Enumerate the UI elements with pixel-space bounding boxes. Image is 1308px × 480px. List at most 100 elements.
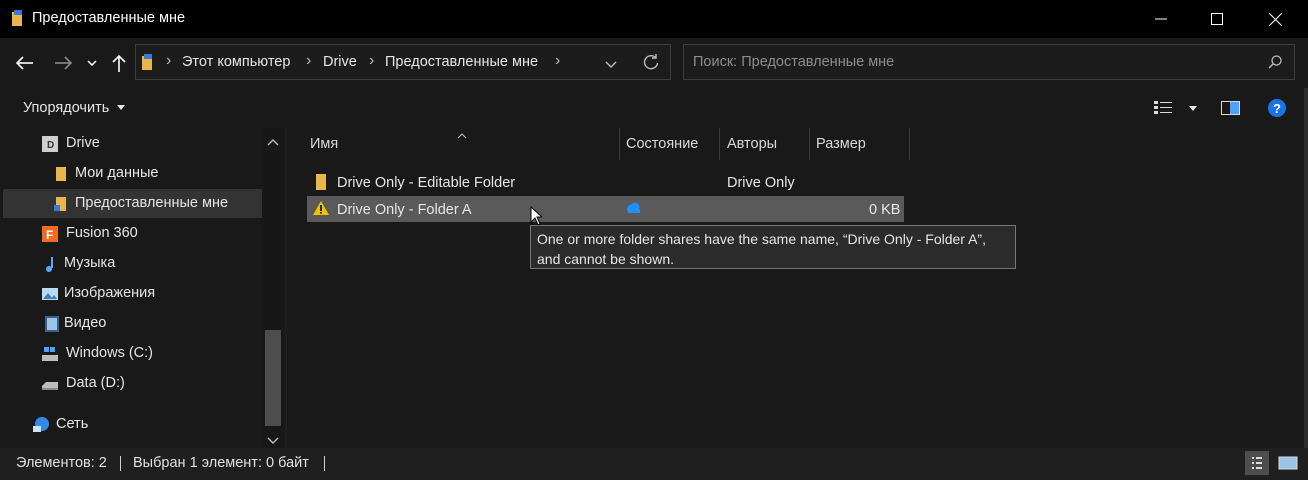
forward-button[interactable]	[50, 50, 76, 76]
refresh-icon	[643, 54, 659, 70]
chevron-down-icon	[87, 60, 97, 66]
maximize-icon	[1211, 13, 1223, 25]
status-item-count: Элементов: 2	[16, 455, 107, 471]
chevron-down-icon	[605, 61, 617, 68]
help-icon: ?	[1268, 99, 1286, 117]
column-header-status[interactable]: Состояние	[626, 136, 698, 152]
view-options-button[interactable]	[1153, 100, 1198, 120]
refresh-button[interactable]	[642, 53, 660, 75]
search-placeholder: Поиск: Предоставленные мне	[693, 54, 895, 70]
nav-label: Музыка	[64, 255, 116, 271]
caret-down-icon	[1189, 106, 1198, 111]
warning-icon	[313, 201, 329, 215]
disk-drive-icon	[42, 382, 58, 390]
column-header-size[interactable]: Размер	[816, 136, 866, 152]
minimize-button[interactable]	[1132, 0, 1190, 38]
up-button[interactable]	[106, 50, 132, 76]
nav-label: Предоставленные мне	[75, 195, 229, 211]
nav-item-data-d[interactable]: Data (D:)	[0, 369, 262, 399]
column-divider[interactable]	[719, 128, 720, 160]
recent-locations-button[interactable]	[82, 50, 102, 76]
music-icon	[46, 257, 53, 272]
search-icon[interactable]	[1267, 54, 1283, 74]
minimize-icon	[1155, 18, 1167, 20]
network-icon	[33, 417, 49, 432]
file-name: Drive Only - Editable Folder	[337, 175, 516, 191]
caret-down-icon	[117, 105, 126, 111]
content-scrollbar[interactable]	[1304, 88, 1308, 448]
breadcrumb-shared-with-me[interactable]: Предоставленные мне	[385, 54, 538, 70]
help-button[interactable]: ?	[1267, 98, 1287, 122]
breadcrumb-drive[interactable]: Drive	[323, 54, 357, 70]
svg-text:?: ?	[1273, 101, 1281, 116]
status-divider	[324, 456, 325, 471]
details-view-toggle[interactable]	[1245, 451, 1269, 475]
breadcrumb-separator-icon: ›	[166, 52, 172, 69]
column-divider[interactable]	[909, 128, 910, 160]
back-arrow-icon	[16, 56, 33, 70]
title-bar	[0, 0, 1308, 38]
nav-label: Data (D:)	[66, 375, 125, 391]
svg-text:F: F	[46, 228, 53, 242]
nav-item-music[interactable]: Музыка	[0, 249, 262, 279]
preview-pane-icon	[1221, 101, 1240, 115]
nav-scrollbar-thumb[interactable]	[265, 330, 281, 426]
nav-item-fusion-360[interactable]: F Fusion 360	[0, 219, 262, 249]
nav-label: Мои данные	[75, 165, 159, 181]
large-icons-view-icon	[1278, 456, 1298, 470]
status-divider	[120, 456, 121, 471]
nav-item-pictures[interactable]: Изображения	[0, 279, 262, 309]
nav-item-video[interactable]: Видео	[0, 309, 262, 339]
nav-item-windows-c[interactable]: Windows (C:)	[0, 339, 262, 369]
window-title: Предоставленные мне	[32, 10, 186, 26]
drive-icon: D	[42, 136, 58, 152]
status-selection: Выбран 1 элемент: 0 байт	[133, 455, 309, 471]
file-size: 0 KB	[869, 202, 901, 218]
video-icon	[45, 316, 59, 332]
organize-button[interactable]: Упорядочить	[23, 100, 126, 116]
column-divider[interactable]	[619, 128, 620, 160]
breadcrumb-separator-icon: ›	[306, 52, 312, 69]
up-arrow-icon	[112, 54, 126, 72]
folder-icon	[12, 10, 22, 26]
column-header-name[interactable]: Имя	[310, 136, 338, 152]
tooltip: One or more folder shares have the same …	[530, 225, 1016, 269]
nav-item-drive[interactable]: D Drive	[0, 129, 262, 159]
close-icon	[1268, 12, 1282, 26]
breadcrumb-separator-icon: ›	[369, 52, 375, 69]
scroll-up-icon[interactable]	[267, 134, 279, 150]
nav-item-my-data[interactable]: Мои данные	[0, 159, 262, 189]
nav-label: Сеть	[56, 416, 89, 432]
forward-arrow-icon	[55, 56, 72, 70]
folder-icon	[316, 174, 326, 190]
nav-item-shared-with-me[interactable]: Предоставленные мне	[0, 189, 262, 219]
close-button[interactable]	[1246, 0, 1304, 38]
nav-item-network[interactable]: Сеть	[0, 410, 262, 440]
nav-label: Windows (C:)	[66, 345, 154, 361]
large-icons-view-toggle[interactable]	[1276, 451, 1300, 475]
sort-ascending-icon	[457, 127, 467, 143]
column-header-authors[interactable]: Авторы	[727, 136, 777, 152]
nav-label: Drive	[66, 135, 100, 151]
shared-folder-icon	[54, 197, 66, 211]
column-divider[interactable]	[809, 128, 810, 160]
folder-icon	[56, 167, 66, 181]
file-authors: Drive Only	[727, 175, 795, 191]
nav-label: Видео	[64, 315, 107, 331]
maximize-button[interactable]	[1188, 0, 1246, 38]
details-view-icon	[1154, 101, 1172, 114]
breadcrumb-this-pc[interactable]: Этот компьютер	[182, 54, 290, 70]
file-name: Drive Only - Folder A	[337, 202, 472, 218]
cloud-icon	[627, 202, 640, 213]
address-dropdown-button[interactable]	[605, 57, 617, 73]
scroll-down-icon[interactable]	[267, 433, 279, 449]
tooltip-line: and cannot be shown.	[537, 251, 674, 267]
nav-label: Fusion 360	[66, 225, 138, 241]
svg-text:D: D	[47, 140, 54, 151]
preview-pane-button[interactable]	[1221, 100, 1241, 120]
back-button[interactable]	[12, 50, 38, 76]
pictures-icon	[42, 288, 58, 300]
nav-label: Изображения	[64, 285, 156, 301]
organize-label: Упорядочить	[23, 100, 110, 116]
details-view-icon	[1252, 457, 1262, 469]
